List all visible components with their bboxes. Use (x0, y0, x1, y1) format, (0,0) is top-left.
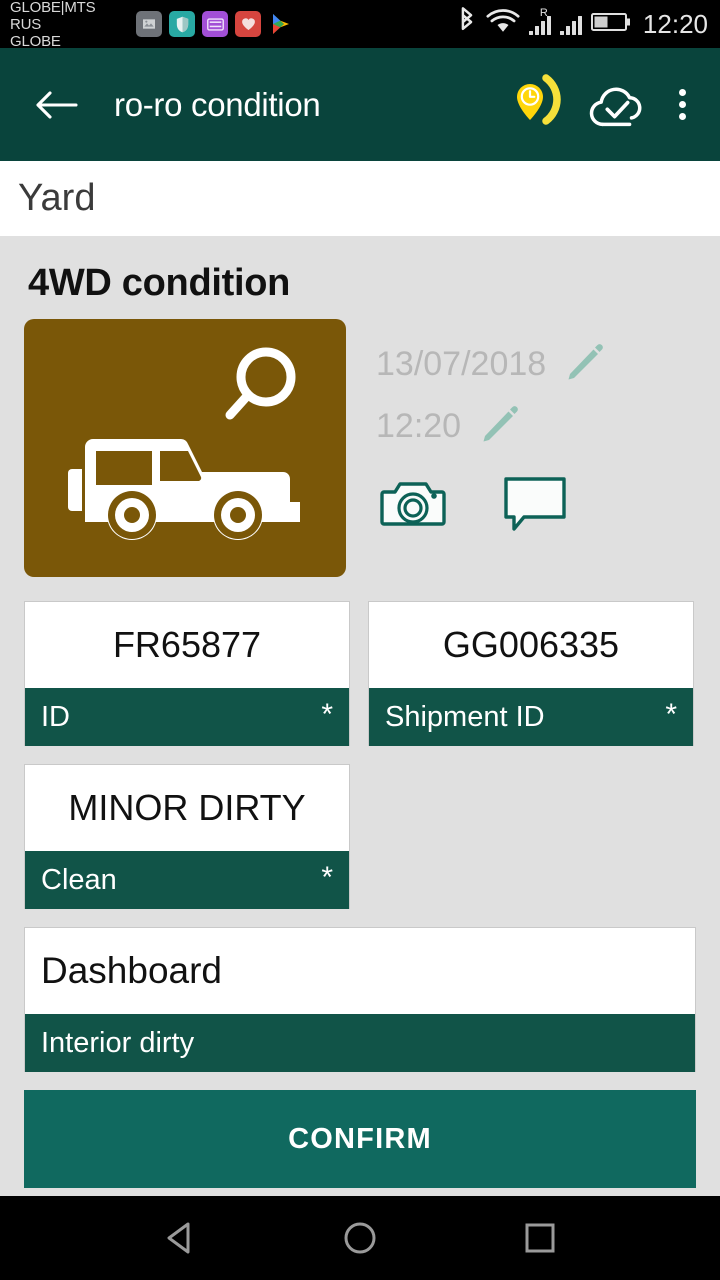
field-shipment-id[interactable]: GG006335 Shipment ID * (368, 601, 694, 746)
back-button[interactable] (30, 78, 84, 132)
field-clean-value[interactable]: MINOR DIRTY (25, 765, 349, 851)
time-value: 12:20 (376, 406, 462, 445)
overflow-dot (678, 113, 686, 120)
date-value: 13/07/2018 (376, 344, 547, 383)
field-clean-label-text: Clean (41, 863, 117, 896)
field-interior-dirty-value[interactable]: Dashboard (25, 928, 695, 1014)
signal-roaming-icon: R (528, 7, 551, 35)
summary-row: 13/07/2018 12:20 (24, 319, 696, 577)
field-interior-dirty-label: Interior dirty (25, 1014, 695, 1072)
app-bar: ro-ro condition (0, 48, 720, 161)
carrier-label: GLOBE|MTS RUS GLOBE (10, 0, 96, 50)
location-pin-clock-icon[interactable] (510, 73, 572, 136)
time-row: 12:20 (376, 395, 696, 457)
field-shipment-id-label: Shipment ID * (369, 688, 693, 746)
card-list-icon (202, 11, 228, 37)
play-store-icon (268, 11, 294, 37)
field-clean-required: * (321, 861, 333, 894)
nav-recents-button[interactable] (505, 1203, 575, 1273)
field-shipment-id-label-text: Shipment ID (385, 700, 545, 733)
nav-home-button[interactable] (325, 1203, 395, 1273)
field-interior-dirty[interactable]: Dashboard Interior dirty (24, 927, 696, 1072)
camera-icon[interactable] (380, 476, 446, 532)
field-id-value[interactable]: FR65877 (25, 602, 349, 688)
suv-4wd-icon (68, 439, 300, 540)
roaming-label: R (539, 7, 548, 19)
app-bar-actions (510, 73, 702, 136)
confirm-button[interactable]: CONFIRM (24, 1090, 696, 1188)
signal-icon (559, 13, 582, 35)
edit-time-pencil-icon[interactable] (477, 402, 521, 451)
cloud-check-icon[interactable] (586, 74, 648, 136)
notification-icons (136, 11, 294, 37)
page-title: ro-ro condition (114, 85, 321, 123)
subheader-yard: Yard (0, 161, 720, 236)
comment-icon[interactable] (502, 475, 568, 533)
battery-icon (590, 11, 631, 38)
field-shipment-id-required: * (665, 698, 677, 731)
phone-screen: GLOBE|MTS RUS GLOBE R 12:20 ro-ro condit… (0, 0, 720, 1280)
status-clock: 12:20 (642, 8, 708, 39)
bluetooth-icon (457, 6, 477, 42)
section-title: 4WD condition (28, 262, 291, 304)
android-nav-bar (0, 1196, 720, 1280)
wifi-icon (486, 8, 520, 41)
field-clean[interactable]: MINOR DIRTY Clean * (24, 764, 350, 909)
subheader-title: Yard (18, 177, 96, 219)
heart-icon (235, 11, 261, 37)
field-id[interactable]: FR65877 ID * (24, 601, 350, 746)
field-clean-label: Clean * (25, 851, 349, 909)
fields-row-3: Dashboard Interior dirty (24, 927, 696, 1072)
field-id-label-text: ID (41, 700, 70, 733)
main-content: 4WD condition 13/07/2018 12:20 FR65877 I… (0, 236, 720, 1196)
fields-row-2: MINOR DIRTY Clean * (24, 764, 696, 909)
fields-area: FR65877 ID * GG006335 Shipment ID * MINO… (24, 601, 696, 1188)
meta-column: 13/07/2018 12:20 (346, 319, 696, 533)
date-row: 13/07/2018 (376, 333, 696, 395)
overflow-dot (678, 101, 686, 108)
field-id-label: ID * (25, 688, 349, 746)
field-shipment-id-value[interactable]: GG006335 (369, 602, 693, 688)
photo-icon (136, 11, 162, 37)
status-bar: GLOBE|MTS RUS GLOBE R 12:20 (0, 0, 720, 50)
vehicle-inspect-tile[interactable] (24, 319, 346, 577)
shield-icon (169, 11, 195, 37)
status-system-icons: R 12:20 (457, 6, 708, 42)
field-interior-dirty-label-text: Interior dirty (41, 1026, 195, 1059)
overflow-dot (678, 89, 686, 96)
attachment-row (376, 475, 696, 533)
edit-date-pencil-icon[interactable] (562, 340, 606, 389)
fields-row-1: FR65877 ID * GG006335 Shipment ID * (24, 601, 696, 746)
field-id-required: * (321, 698, 333, 731)
overflow-menu-button[interactable] (662, 74, 702, 136)
nav-back-button[interactable] (145, 1203, 215, 1273)
